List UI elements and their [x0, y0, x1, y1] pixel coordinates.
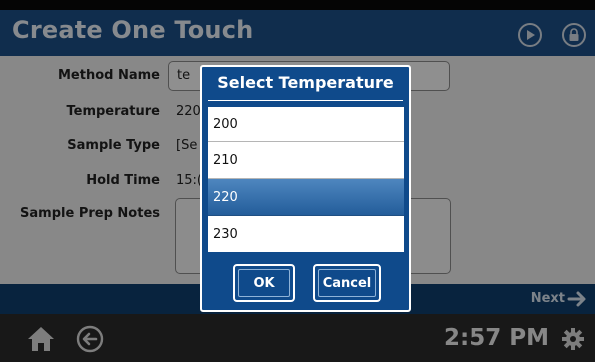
select-temperature-dialog: Select Temperature 200 210 220 230 OK Ca… [200, 65, 411, 312]
dialog-title: Select Temperature [217, 73, 394, 92]
list-item[interactable]: 210 [208, 142, 404, 179]
cancel-button[interactable]: Cancel [313, 264, 381, 302]
list-item[interactable]: 200 [208, 107, 404, 142]
list-item[interactable]: 230 [208, 216, 404, 252]
ok-button[interactable]: OK [233, 264, 295, 302]
button-frame [238, 269, 290, 297]
temperature-list[interactable]: 200 210 220 230 [208, 107, 404, 252]
list-item-selected[interactable]: 220 [208, 179, 404, 216]
button-frame [318, 269, 376, 297]
divider [208, 100, 403, 101]
